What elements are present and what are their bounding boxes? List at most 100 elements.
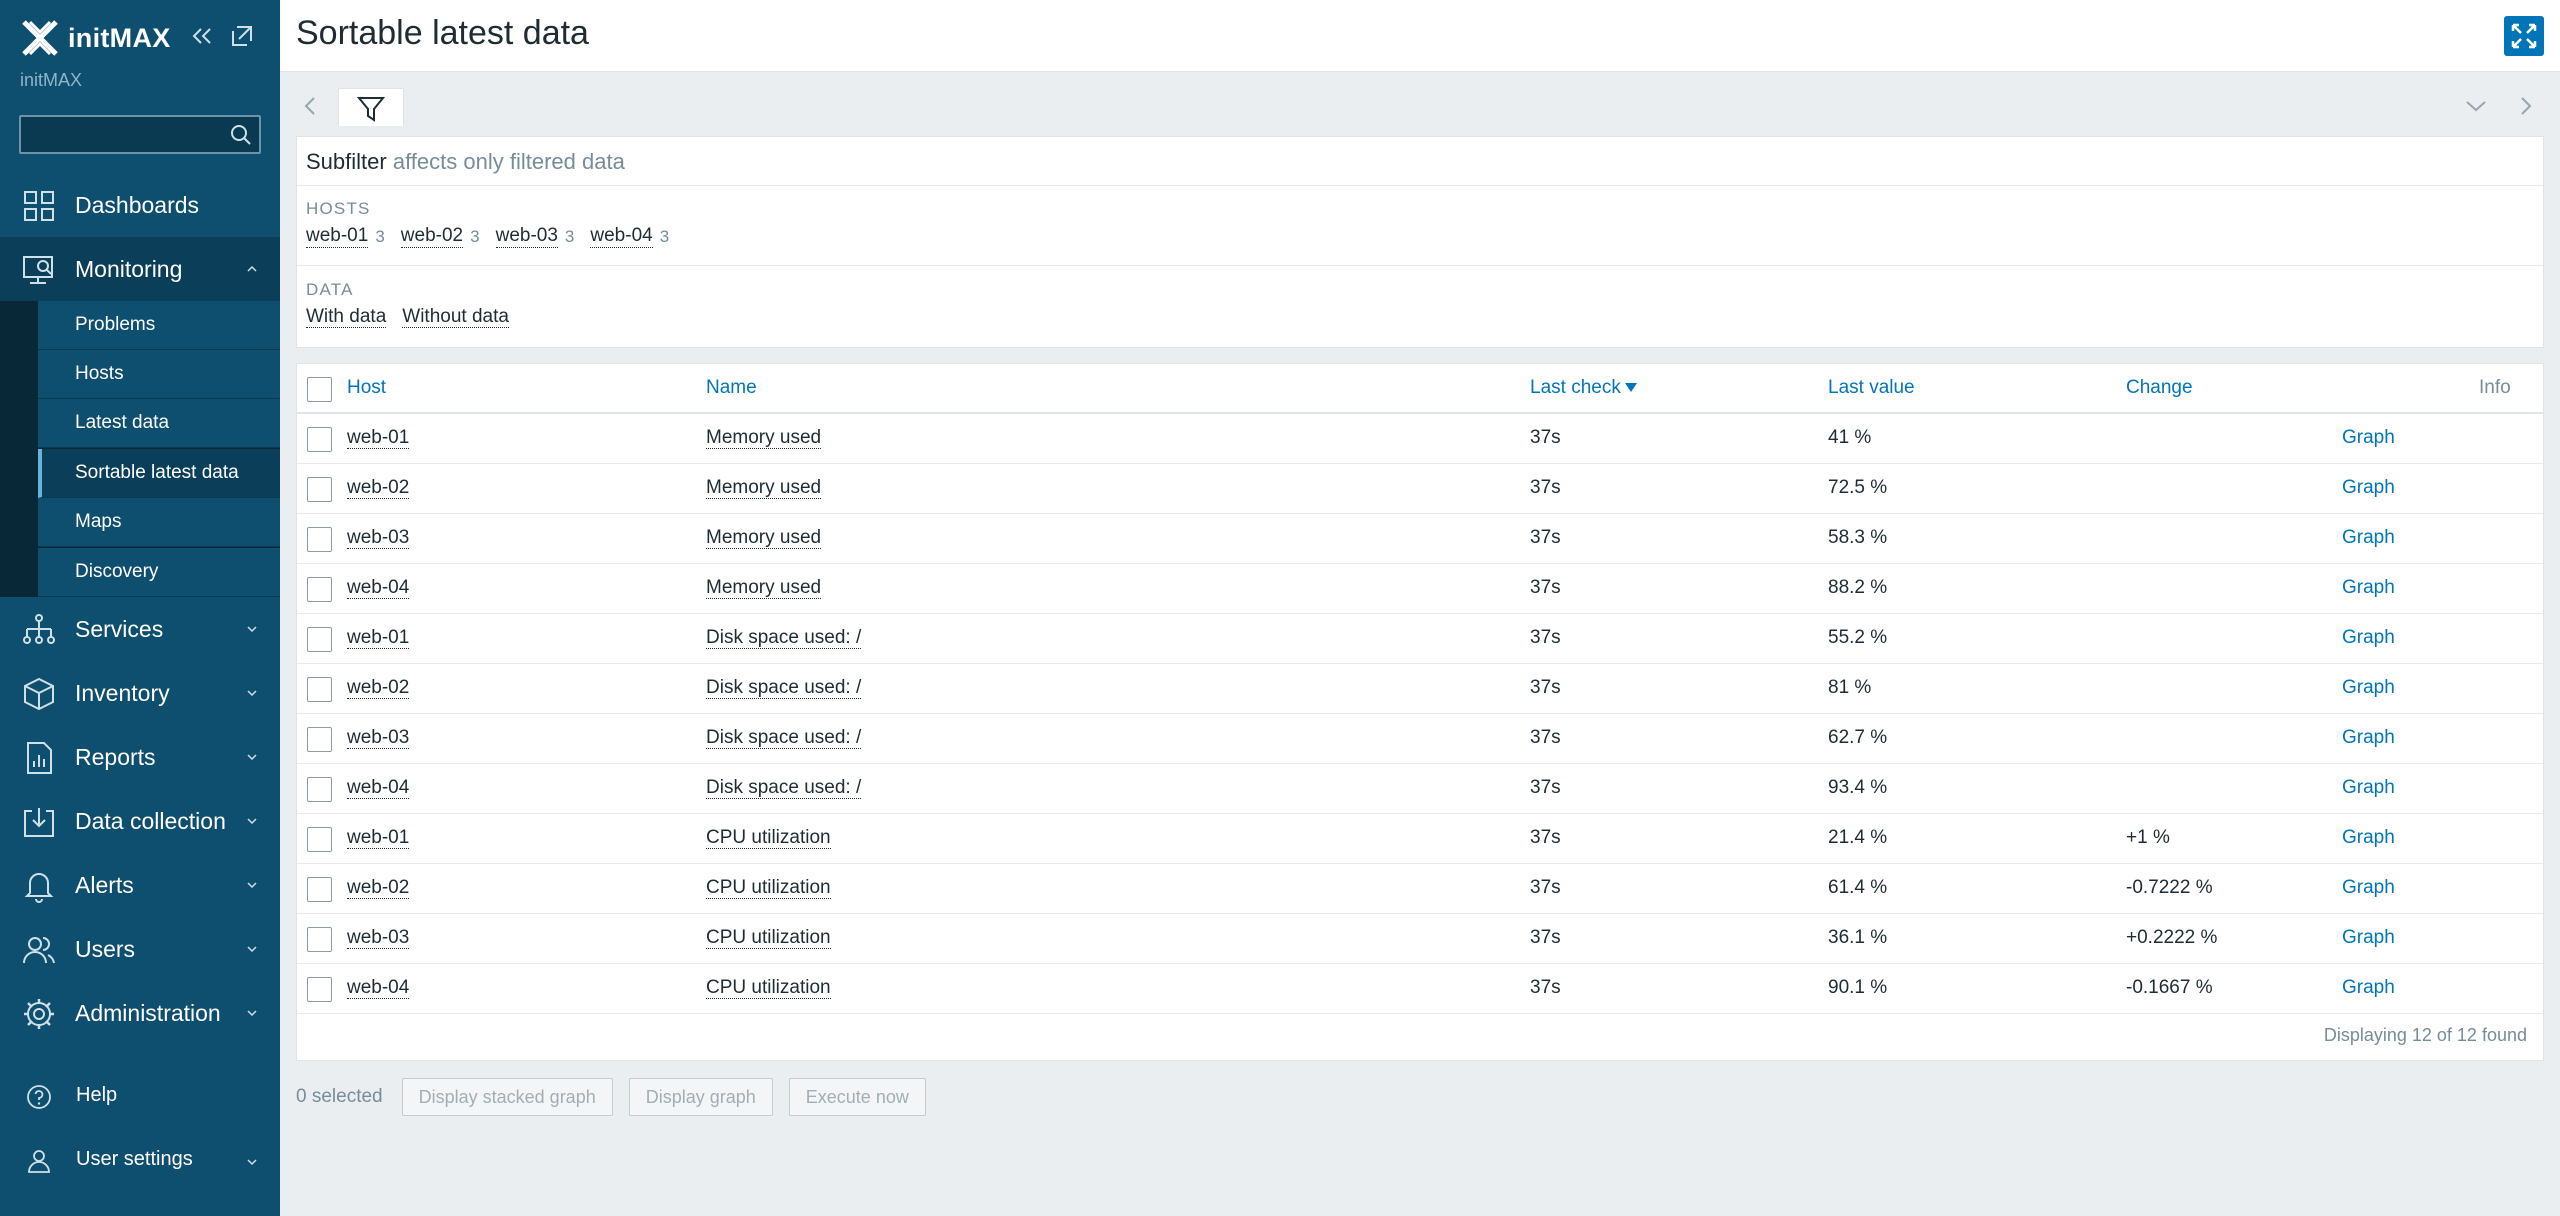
row-checkbox[interactable] — [307, 877, 332, 902]
host-link[interactable]: web-01 — [347, 627, 410, 649]
last-value: 58.3 % — [1828, 527, 1888, 548]
graph-link[interactable]: Graph — [2342, 777, 2395, 799]
chevron-right-icon[interactable] — [2518, 96, 2534, 116]
graph-link[interactable]: Graph — [2342, 477, 2395, 499]
row-checkbox[interactable] — [307, 827, 332, 852]
item-name-link[interactable]: Disk space used: / — [706, 777, 862, 799]
item-name-link[interactable]: CPU utilization — [706, 927, 831, 949]
submenu-problems[interactable]: Problems — [38, 301, 280, 350]
filter-tab[interactable] — [338, 88, 404, 126]
item-name-link[interactable]: CPU utilization — [706, 827, 831, 849]
search-input[interactable] — [19, 115, 261, 154]
table-row: web-04 Disk space used: / 37s 93.4 % Graph — [297, 764, 2543, 814]
graph-link[interactable]: Graph — [2342, 877, 2395, 899]
row-checkbox[interactable] — [307, 627, 332, 652]
host-link[interactable]: web-02 — [347, 477, 410, 499]
host-link[interactable]: web-04 — [347, 777, 410, 799]
host-link[interactable]: web-03 — [347, 727, 410, 749]
host-link[interactable]: web-01 — [347, 427, 410, 449]
subfilter-host-link[interactable]: web-03 — [495, 226, 558, 248]
row-checkbox[interactable] — [307, 677, 332, 702]
subfilter-without-data-link[interactable]: Without data — [402, 307, 509, 328]
fullscreen-button[interactable] — [2504, 16, 2544, 56]
menu-inventory[interactable]: Inventory — [0, 661, 280, 725]
display-stacked-graph-button[interactable]: Display stacked graph — [401, 1078, 613, 1116]
chevron-left-icon[interactable] — [302, 96, 318, 116]
graph-link[interactable]: Graph — [2342, 977, 2395, 999]
subfilter-with-data-link[interactable]: With data — [306, 307, 387, 328]
select-all-checkbox[interactable] — [307, 377, 332, 402]
item-name-link[interactable]: Disk space used: / — [706, 727, 862, 749]
menu-services[interactable]: Services — [0, 597, 280, 661]
row-checkbox[interactable] — [307, 477, 332, 502]
menu-user-settings[interactable]: User settings — [0, 1130, 280, 1190]
host-link[interactable]: web-04 — [347, 977, 410, 999]
logo[interactable]: initMAX — [20, 18, 171, 58]
item-name-link[interactable]: Disk space used: / — [706, 627, 862, 649]
row-checkbox[interactable] — [307, 977, 332, 1002]
submenu-maps[interactable]: Maps — [38, 498, 280, 547]
menu-help[interactable]: Help — [0, 1066, 280, 1126]
user-icon — [28, 1150, 50, 1173]
host-link[interactable]: web-03 — [347, 927, 410, 949]
search-icon[interactable] — [229, 123, 253, 147]
graph-link[interactable]: Graph — [2342, 827, 2395, 849]
column-info: Info — [2479, 377, 2511, 398]
page-title: Sortable latest data — [296, 14, 589, 52]
column-host[interactable]: Host — [347, 377, 386, 399]
fullscreen-icon — [2511, 23, 2537, 49]
submenu-hosts[interactable]: Hosts — [38, 350, 280, 399]
item-name-link[interactable]: Memory used — [706, 477, 822, 499]
host-link[interactable]: web-01 — [347, 827, 410, 849]
item-name-link[interactable]: Memory used — [706, 527, 822, 549]
subfilter-host-link[interactable]: web-04 — [590, 226, 653, 248]
menu-dashboards[interactable]: Dashboards — [0, 173, 280, 237]
item-name-link[interactable]: Memory used — [706, 427, 822, 449]
row-checkbox[interactable] — [307, 527, 332, 552]
table-row: web-02 CPU utilization 37s 61.4 % -0.7222 % G… — [297, 864, 2543, 914]
subfilter-host-link[interactable]: web-02 — [400, 226, 464, 248]
graph-link[interactable]: Graph — [2342, 927, 2395, 949]
host-link[interactable]: web-02 — [347, 677, 410, 699]
row-checkbox[interactable] — [307, 927, 332, 952]
column-name[interactable]: Name — [706, 377, 757, 399]
column-last-value[interactable]: Last value — [1828, 377, 1915, 399]
column-change[interactable]: Change — [2126, 377, 2193, 399]
item-name-link[interactable]: Disk space used: / — [706, 677, 862, 699]
submenu-label: Hosts — [75, 363, 124, 384]
graph-link[interactable]: Graph — [2342, 677, 2395, 699]
last-value: 36.1 % — [1828, 927, 1888, 948]
row-checkbox[interactable] — [307, 777, 332, 802]
execute-now-button[interactable]: Execute now — [788, 1078, 926, 1116]
kiosk-mode-icon[interactable] — [228, 22, 256, 50]
host-link[interactable]: web-03 — [347, 527, 410, 549]
menu-administration[interactable]: Administration — [0, 981, 280, 1045]
menu-users[interactable]: Users — [0, 917, 280, 981]
menu-monitoring[interactable]: Monitoring — [0, 237, 280, 301]
submenu-latest-data[interactable]: Latest data — [38, 399, 280, 448]
graph-link[interactable]: Graph — [2342, 727, 2395, 749]
graph-link[interactable]: Graph — [2342, 627, 2395, 649]
host-link[interactable]: web-04 — [347, 577, 410, 599]
graph-link[interactable]: Graph — [2342, 427, 2395, 449]
row-checkbox[interactable] — [307, 727, 332, 752]
row-checkbox[interactable] — [307, 427, 332, 452]
column-last-check[interactable]: Last check — [1530, 377, 1637, 399]
row-checkbox[interactable] — [307, 577, 332, 602]
subfilter-host-link[interactable]: web-01 — [306, 226, 369, 248]
submenu-sortable-latest-data[interactable]: Sortable latest data — [38, 449, 280, 498]
display-graph-button[interactable]: Display graph — [628, 1078, 773, 1116]
graph-link[interactable]: Graph — [2342, 527, 2395, 549]
host-link[interactable]: web-02 — [347, 877, 410, 899]
menu-data-collection[interactable]: Data collection — [0, 789, 280, 853]
menu-alerts[interactable]: Alerts — [0, 853, 280, 917]
submenu-discovery[interactable]: Discovery — [38, 548, 280, 597]
chevron-down-icon[interactable] — [2464, 98, 2488, 114]
item-name-link[interactable]: CPU utilization — [706, 977, 831, 999]
item-name-link[interactable]: Memory used — [706, 577, 822, 599]
item-name-link[interactable]: CPU utilization — [706, 877, 831, 899]
graph-link[interactable]: Graph — [2342, 577, 2395, 599]
menu-reports[interactable]: Reports — [0, 725, 280, 789]
collapse-sidebar-icon[interactable] — [188, 22, 216, 50]
server-name: initMAX — [20, 70, 83, 90]
